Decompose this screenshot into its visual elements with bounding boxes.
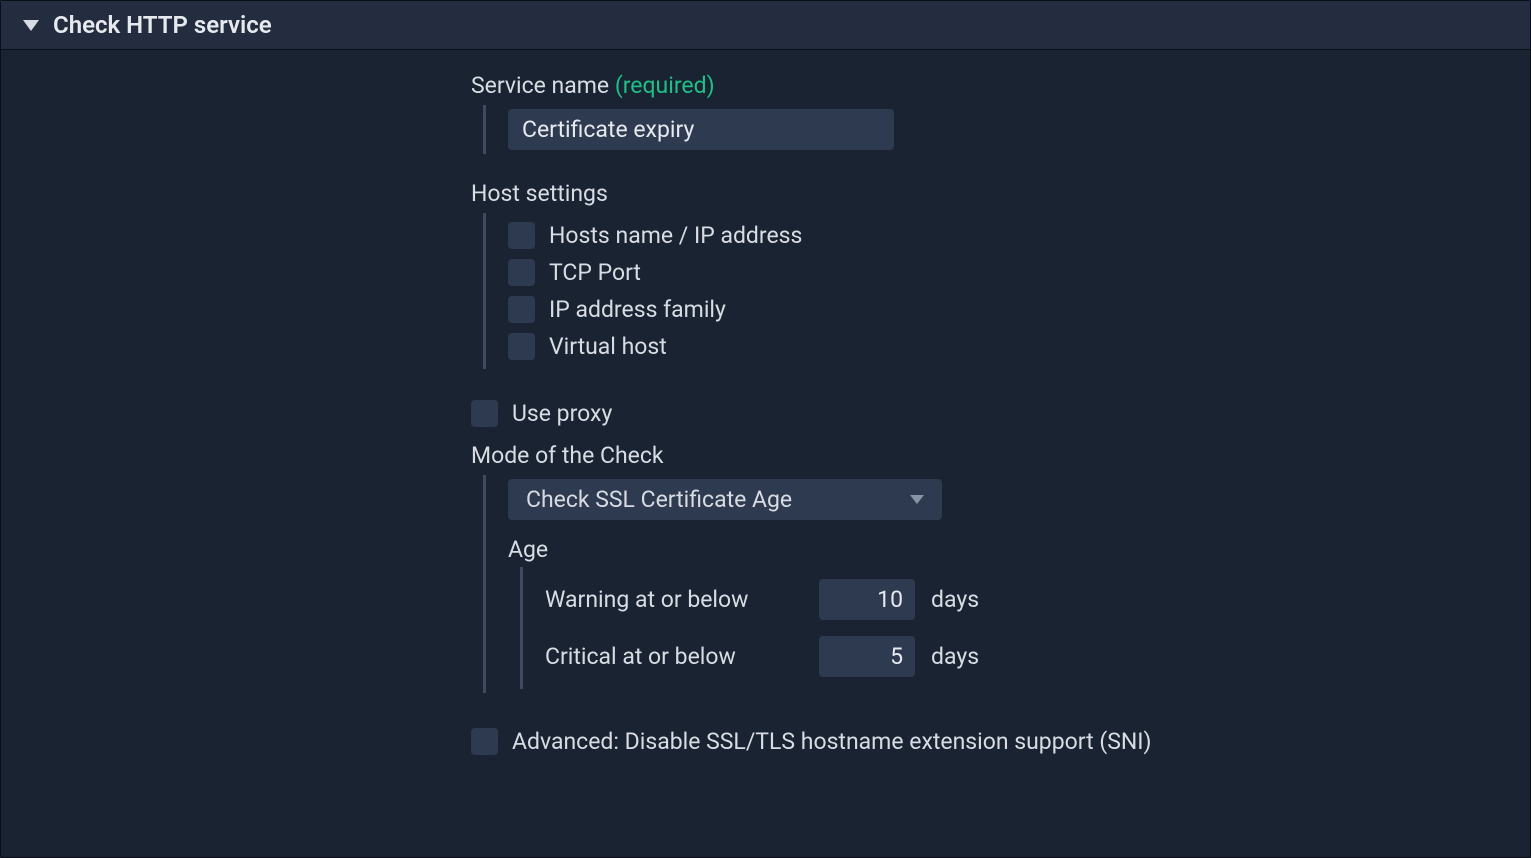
mode-select[interactable]: Check SSL Certificate Age <box>508 479 942 520</box>
use-proxy-label: Use proxy <box>512 400 612 427</box>
host-hosts-name-label: Hosts name / IP address <box>549 222 802 249</box>
panel-title: Check HTTP service <box>53 11 272 39</box>
use-proxy-row: Use proxy <box>471 395 1506 432</box>
panel-header[interactable]: Check HTTP service <box>1 1 1530 50</box>
age-warning-unit: days <box>931 586 979 613</box>
host-hosts-name-row: Hosts name / IP address <box>508 217 1506 254</box>
host-tcp-port-checkbox[interactable] <box>508 259 535 286</box>
age-critical-unit: days <box>931 643 979 670</box>
panel-check-http-service: Check HTTP service Service name (require… <box>0 0 1531 858</box>
mode-indent: Check SSL Certificate Age Age Warning at… <box>483 475 1506 693</box>
age-warning-label: Warning at or below <box>545 586 803 613</box>
host-virtual-host-label: Virtual host <box>549 333 667 360</box>
use-proxy-checkbox[interactable] <box>471 400 498 427</box>
host-settings-indent: Hosts name / IP address TCP Port IP addr… <box>483 213 1506 369</box>
service-name-section: Service name (required) <box>471 72 1506 154</box>
service-name-label: Service name (required) <box>471 72 1506 99</box>
mode-section: Mode of the Check Check SSL Certificate … <box>471 442 1506 693</box>
age-critical-input[interactable] <box>819 636 915 677</box>
host-virtual-host-checkbox[interactable] <box>508 333 535 360</box>
age-warning-row: Warning at or below days <box>545 571 1506 628</box>
panel-content: Service name (required) Host settings Ho… <box>1 50 1530 784</box>
use-proxy-section: Use proxy <box>471 395 1506 432</box>
host-tcp-port-row: TCP Port <box>508 254 1506 291</box>
advanced-checkbox[interactable] <box>471 728 498 755</box>
host-ip-family-row: IP address family <box>508 291 1506 328</box>
advanced-section: Advanced: Disable SSL/TLS hostname exten… <box>471 723 1506 760</box>
collapse-icon <box>23 20 39 31</box>
host-hosts-name-checkbox[interactable] <box>508 222 535 249</box>
age-warning-input[interactable] <box>819 579 915 620</box>
mode-title: Mode of the Check <box>471 442 1506 469</box>
age-indent: Warning at or below days Critical at or … <box>520 567 1506 689</box>
host-settings-title: Host settings <box>471 180 1506 207</box>
host-settings-section: Host settings Hosts name / IP address TC… <box>471 180 1506 369</box>
advanced-row: Advanced: Disable SSL/TLS hostname exten… <box>471 723 1506 760</box>
host-ip-family-label: IP address family <box>549 296 726 323</box>
host-ip-family-checkbox[interactable] <box>508 296 535 323</box>
required-marker: (required) <box>615 72 715 99</box>
age-title: Age <box>508 536 1506 563</box>
advanced-label: Advanced: Disable SSL/TLS hostname exten… <box>512 728 1152 755</box>
service-name-input[interactable] <box>508 109 894 150</box>
service-name-indent <box>483 105 1506 154</box>
mode-select-value: Check SSL Certificate Age <box>526 486 792 513</box>
host-virtual-host-row: Virtual host <box>508 328 1506 365</box>
chevron-down-icon <box>910 495 924 504</box>
host-tcp-port-label: TCP Port <box>549 259 641 286</box>
age-critical-row: Critical at or below days <box>545 628 1506 685</box>
age-critical-label: Critical at or below <box>545 643 803 670</box>
